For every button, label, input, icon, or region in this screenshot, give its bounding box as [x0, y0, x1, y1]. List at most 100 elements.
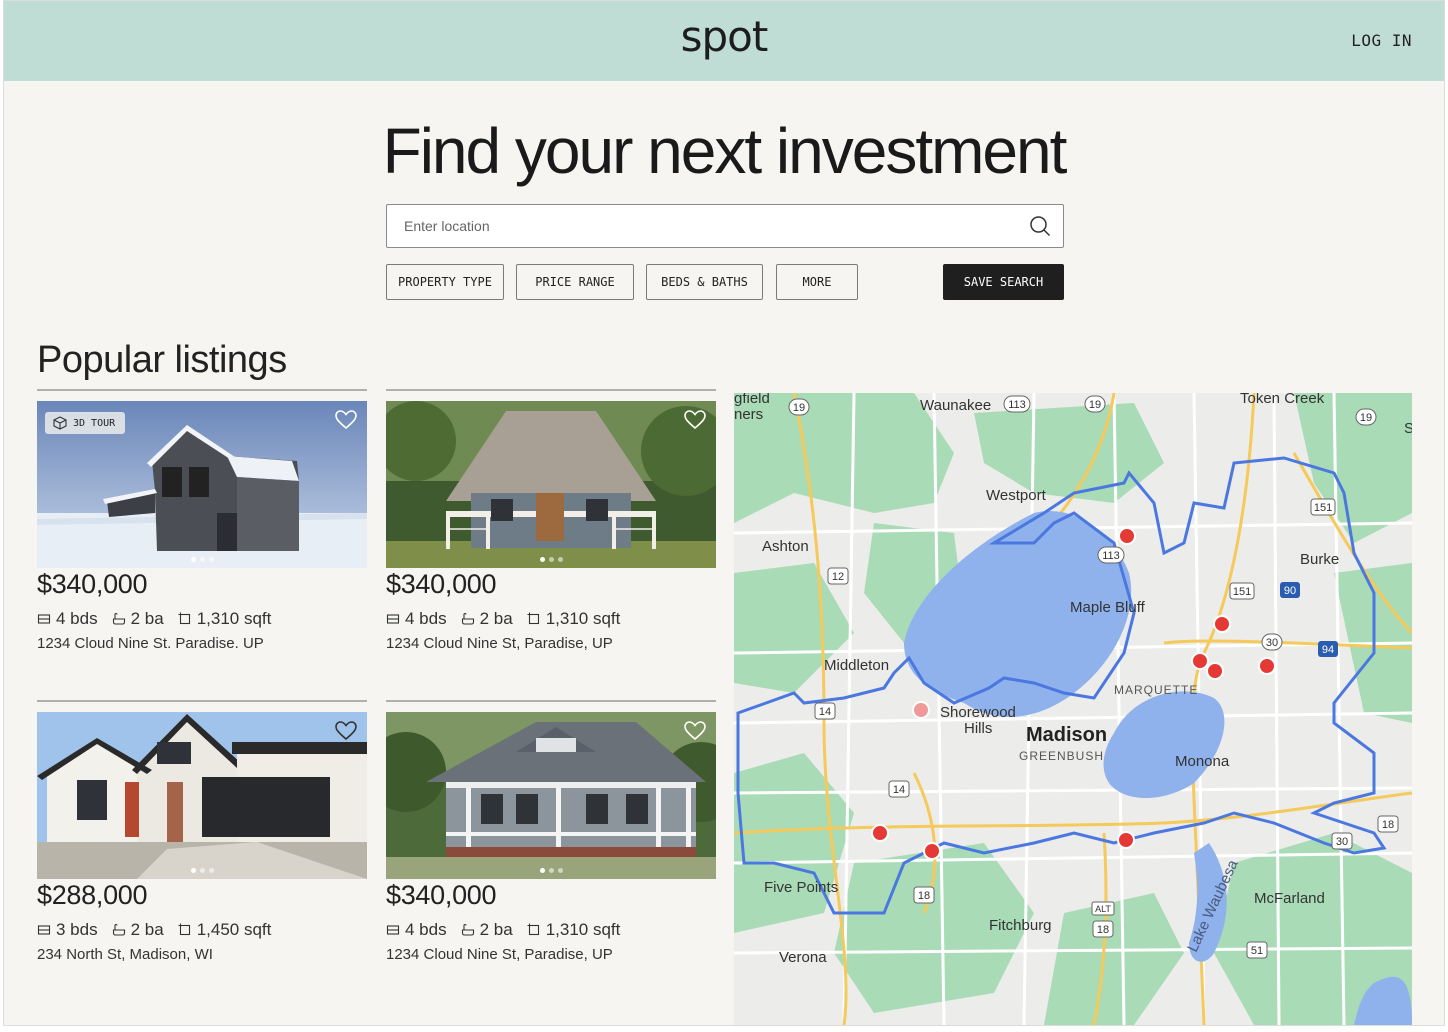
price-range-button[interactable]: PRICE RANGE	[516, 264, 634, 300]
page-frame: spot LOG IN Find your next investment PR…	[3, 0, 1445, 1026]
bath-icon	[461, 612, 474, 625]
listing-specs: 4 bds 2 ba 1,310 sqft	[37, 609, 271, 629]
listing-price: $340,000	[37, 569, 148, 599]
place-label: gfield	[734, 393, 770, 407]
badge-label: 3D TOUR	[73, 417, 116, 429]
map-pin	[923, 842, 941, 860]
hero-title: Find your next investment	[382, 115, 1068, 187]
map-pin	[1117, 831, 1135, 849]
listing-photo[interactable]: 3D TOUR	[37, 401, 367, 568]
place-label: Shorewood	[940, 704, 1016, 721]
sqft-value: 1,450 sqft	[196, 920, 272, 939]
svg-text:51: 51	[1251, 945, 1263, 957]
bed-icon	[386, 925, 400, 935]
location-search-input[interactable]	[387, 205, 1007, 247]
map-pin	[1206, 662, 1224, 680]
sqft-value: 1,310 sqft	[545, 920, 621, 939]
listing-card[interactable]: $340,000 4 bds 2 ba 1,310 sqft 1234 Clou…	[386, 389, 716, 689]
svg-text:18: 18	[918, 890, 930, 902]
svg-text:30: 30	[1266, 637, 1278, 649]
place-label: Madison	[1026, 724, 1107, 746]
place-label: Westport	[986, 487, 1047, 504]
place-label: Waunakee	[920, 397, 991, 414]
listing-photo[interactable]	[37, 712, 367, 879]
more-filters-button[interactable]: MORE	[776, 264, 858, 300]
svg-text:151: 151	[1233, 586, 1251, 598]
search-icon[interactable]	[1029, 215, 1051, 237]
favorite-heart-icon[interactable]	[335, 721, 357, 741]
svg-text:30: 30	[1336, 836, 1348, 848]
place-label: Burke	[1300, 551, 1339, 568]
listing-photo[interactable]	[386, 401, 716, 568]
place-label: Ashton	[762, 538, 809, 555]
svg-text:113: 113	[1008, 399, 1026, 411]
favorite-heart-icon[interactable]	[684, 721, 706, 741]
place-label: GREENBUSH	[1019, 749, 1104, 763]
place-label: Hills	[964, 720, 992, 737]
place-label: Token Creek	[1240, 393, 1325, 407]
logo[interactable]: spot	[4, 11, 1444, 63]
beds-count: 4 bds	[405, 609, 447, 628]
listing-address: 1234 Cloud Nine St, Paradise, UP	[386, 946, 613, 963]
svg-text:19: 19	[793, 402, 805, 414]
listing-card[interactable]: 3D TOUR $340,000 4 bds 2 ba 1,310 sqft 1…	[37, 389, 367, 689]
carousel-dots[interactable]	[37, 557, 367, 562]
place-label: S	[1404, 420, 1412, 437]
place-label: McFarland	[1254, 890, 1325, 907]
place-label: Maple Bluff	[1070, 599, 1146, 616]
listing-address: 1234 Cloud Nine St. Paradise. UP	[37, 635, 264, 652]
listing-card[interactable]: $288,000 3 bds 2 ba 1,450 sqft 234 North…	[37, 700, 367, 1000]
beds-count: 4 bds	[56, 609, 98, 628]
carousel-dots[interactable]	[37, 868, 367, 873]
svg-text:18: 18	[1382, 819, 1394, 831]
svg-text:19: 19	[1360, 412, 1372, 424]
bed-icon	[37, 925, 51, 935]
login-button[interactable]: LOG IN	[1351, 31, 1412, 50]
map-pin	[1191, 652, 1209, 670]
bath-icon	[112, 923, 125, 936]
place-label: Middleton	[824, 657, 889, 674]
section-title: Popular listings	[37, 339, 287, 381]
save-search-button[interactable]: SAVE SEARCH	[943, 264, 1064, 300]
svg-text:151: 151	[1314, 502, 1332, 514]
bed-icon	[37, 614, 51, 624]
divider	[386, 389, 716, 391]
beds-count: 3 bds	[56, 920, 98, 939]
map-pin	[871, 824, 889, 842]
bath-icon	[461, 923, 474, 936]
place-label: ners	[734, 406, 763, 423]
map-pin	[1213, 615, 1231, 633]
svg-text:14: 14	[893, 784, 905, 796]
divider	[386, 700, 716, 702]
svg-text:18: 18	[1097, 924, 1109, 936]
beds-baths-button[interactable]: BEDS & BATHS	[646, 264, 763, 300]
bath-icon	[112, 612, 125, 625]
svg-text:12: 12	[832, 571, 844, 583]
beds-count: 4 bds	[405, 920, 447, 939]
favorite-heart-icon[interactable]	[335, 410, 357, 430]
area-icon	[527, 612, 539, 625]
map-pin	[912, 701, 930, 719]
sqft-value: 1,310 sqft	[545, 609, 621, 628]
place-label: Verona	[779, 949, 827, 966]
listing-photo[interactable]	[386, 712, 716, 879]
carousel-dots[interactable]	[386, 868, 716, 873]
place-label: Fitchburg	[989, 917, 1052, 934]
svg-text:94: 94	[1322, 644, 1334, 656]
3d-tour-badge[interactable]: 3D TOUR	[45, 412, 126, 434]
favorite-heart-icon[interactable]	[684, 410, 706, 430]
property-type-button[interactable]: PROPERTY TYPE	[386, 264, 504, 300]
search-box	[386, 204, 1064, 248]
bed-icon	[386, 614, 400, 624]
area-icon	[527, 923, 539, 936]
listing-price: $288,000	[37, 880, 148, 910]
listing-card[interactable]: $340,000 4 bds 2 ba 1,310 sqft 1234 Clou…	[386, 700, 716, 1000]
place-label: Monona	[1175, 753, 1230, 770]
carousel-dots[interactable]	[386, 557, 716, 562]
baths-count: 2 ba	[130, 920, 164, 939]
top-header: spot LOG IN	[4, 1, 1444, 81]
sqft-value: 1,310 sqft	[196, 609, 272, 628]
listings-map[interactable]: gfield ners Waunakee Token Creek S Westp…	[734, 393, 1412, 1025]
svg-text:ALT: ALT	[1095, 904, 1111, 914]
cube-icon	[53, 416, 67, 430]
